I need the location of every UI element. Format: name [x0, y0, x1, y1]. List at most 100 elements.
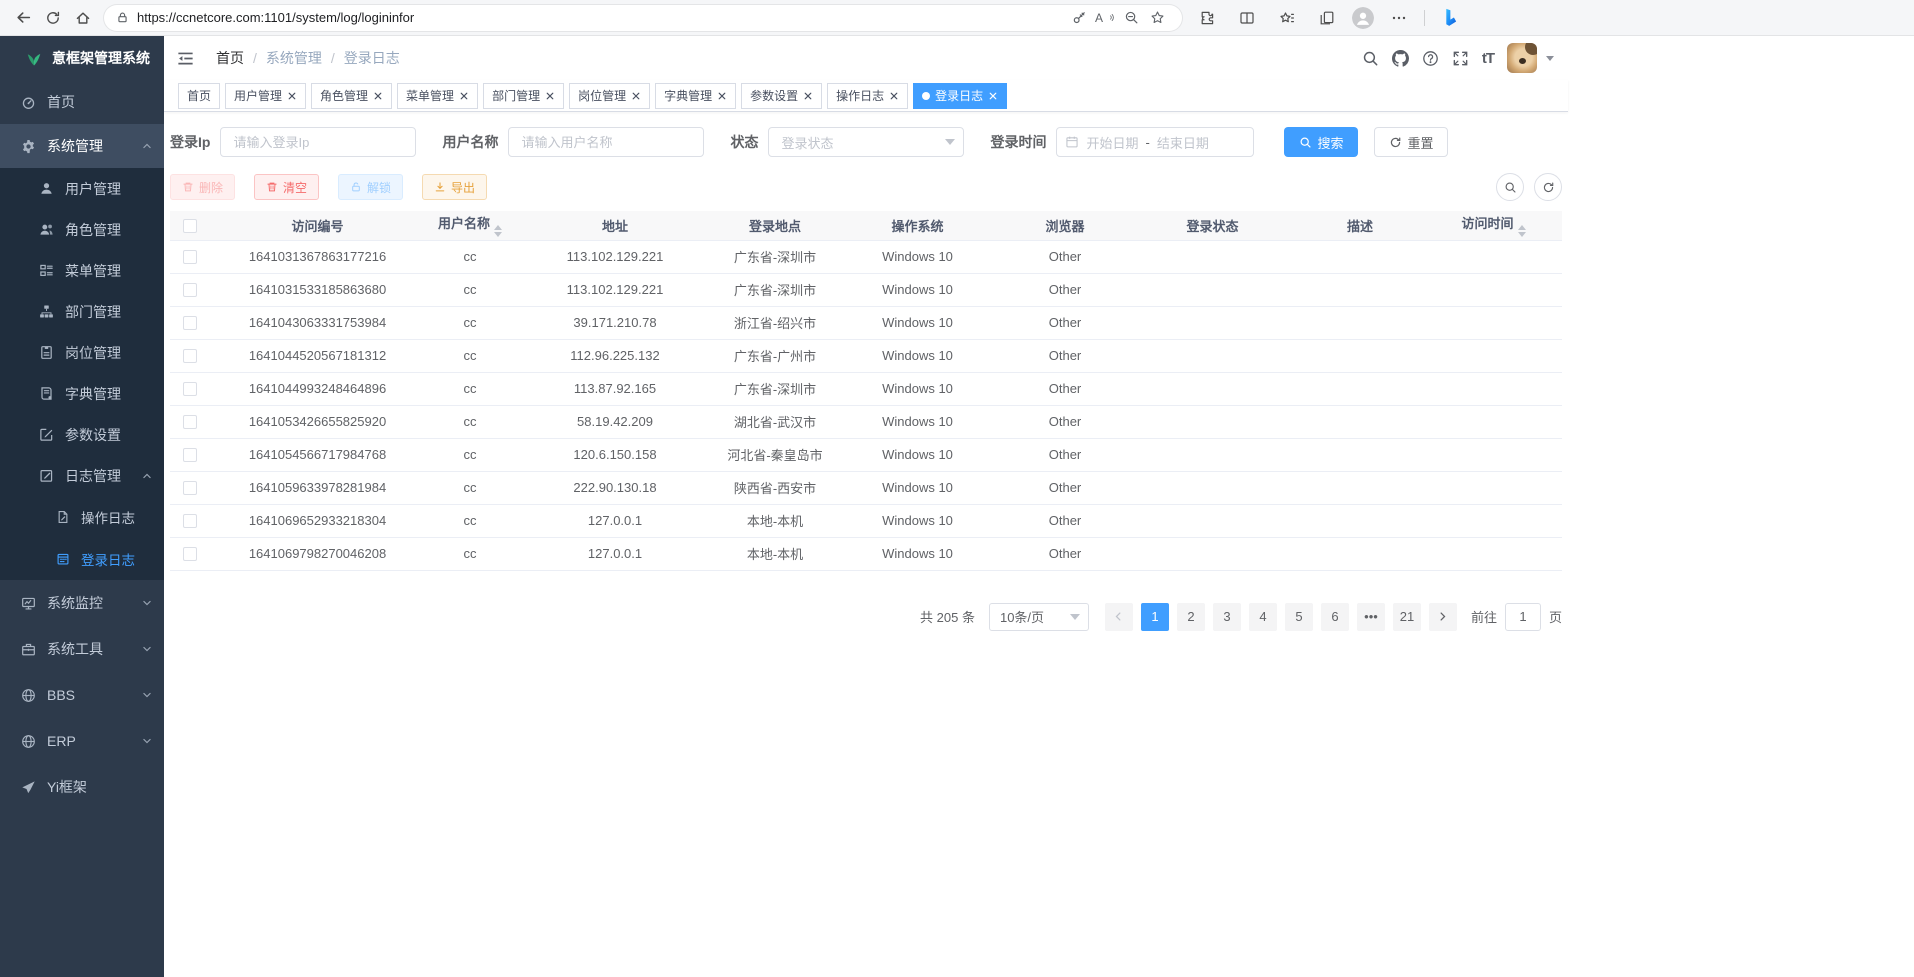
- close-tab-icon[interactable]: [287, 91, 297, 101]
- close-tab-icon[interactable]: [717, 91, 727, 101]
- delete-button[interactable]: 删除: [170, 174, 235, 200]
- browser-home-icon[interactable]: [68, 4, 98, 32]
- reset-button[interactable]: 重置: [1374, 127, 1448, 157]
- add-favorite-star-icon[interactable]: [1144, 7, 1170, 29]
- fullscreen-icon[interactable]: [1452, 50, 1469, 67]
- sidebar-item-yi-framework[interactable]: Yi框架: [0, 764, 164, 810]
- sidebar-item-login-log[interactable]: 登录日志: [0, 538, 164, 580]
- tab-menu-mgmt[interactable]: 菜单管理: [397, 83, 478, 109]
- browser-back-icon[interactable]: [8, 4, 38, 32]
- close-tab-icon[interactable]: [373, 91, 383, 101]
- tab-operation-log[interactable]: 操作日志: [827, 83, 908, 109]
- browser-settings-dots-icon[interactable]: [1384, 4, 1414, 32]
- next-page-button[interactable]: [1429, 603, 1457, 631]
- goto-page-input[interactable]: [1505, 603, 1541, 631]
- close-tab-icon[interactable]: [889, 91, 899, 101]
- page-button-2[interactable]: 2: [1177, 603, 1205, 631]
- help-icon[interactable]: [1422, 50, 1439, 67]
- sidebar-item-system-monitor[interactable]: 系统监控: [0, 580, 164, 626]
- close-tab-icon[interactable]: [803, 91, 813, 101]
- extensions-puzzle-icon[interactable]: [1192, 4, 1222, 32]
- avatar-caret-down-icon[interactable]: [1546, 56, 1554, 61]
- row-checkbox[interactable]: [183, 382, 197, 396]
- sidebar-item-dict-mgmt[interactable]: 字典管理: [0, 373, 164, 414]
- sidebar-item-operation-log[interactable]: 操作日志: [0, 496, 164, 538]
- row-checkbox[interactable]: [183, 514, 197, 528]
- breadcrumb-section[interactable]: 系统管理: [266, 48, 322, 68]
- tab-home[interactable]: 首页: [178, 83, 220, 109]
- zoom-out-icon[interactable]: [1118, 7, 1144, 29]
- sidebar-collapse-icon[interactable]: [176, 47, 198, 69]
- column-header-user-name[interactable]: 用户名称: [425, 211, 515, 240]
- login-status-select[interactable]: 登录状态: [768, 127, 964, 157]
- tab-role-mgmt[interactable]: 角色管理: [311, 83, 392, 109]
- sidebar-item-erp[interactable]: ERP: [0, 718, 164, 764]
- close-tab-icon[interactable]: [988, 91, 998, 101]
- row-checkbox[interactable]: [183, 349, 197, 363]
- sidebar-item-home[interactable]: 首页: [0, 80, 164, 124]
- github-icon[interactable]: [1392, 50, 1409, 67]
- app-logo[interactable]: 意框架管理系统: [0, 36, 164, 80]
- row-checkbox[interactable]: [183, 283, 197, 297]
- prev-page-button[interactable]: [1105, 603, 1133, 631]
- tab-dept-mgmt[interactable]: 部门管理: [483, 83, 564, 109]
- site-lock-icon[interactable]: [116, 11, 129, 24]
- browser-profile-avatar[interactable]: [1352, 7, 1374, 29]
- favorites-bar-icon[interactable]: [1272, 4, 1302, 32]
- bing-copilot-icon[interactable]: [1435, 4, 1465, 32]
- sidebar-item-system-tools[interactable]: 系统工具: [0, 626, 164, 672]
- column-header-visit-time[interactable]: 访问时间: [1425, 211, 1562, 240]
- tab-login-log[interactable]: 登录日志: [913, 83, 1007, 109]
- close-tab-icon[interactable]: [459, 91, 469, 101]
- collections-icon[interactable]: [1312, 4, 1342, 32]
- page-button-3[interactable]: 3: [1213, 603, 1241, 631]
- sidebar-item-user-mgmt[interactable]: 用户管理: [0, 168, 164, 209]
- sidebar-item-log-mgmt[interactable]: 日志管理: [0, 455, 164, 496]
- tab-param-settings[interactable]: 参数设置: [741, 83, 822, 109]
- unlock-button[interactable]: 解锁: [338, 174, 403, 200]
- row-checkbox[interactable]: [183, 547, 197, 561]
- sort-carets-icon[interactable]: [494, 225, 502, 237]
- user-name-input[interactable]: [508, 127, 704, 157]
- login-time-range-picker[interactable]: 开始日期 - 结束日期: [1056, 127, 1254, 157]
- row-checkbox[interactable]: [183, 316, 197, 330]
- sidebar-item-role-mgmt[interactable]: 角色管理: [0, 209, 164, 250]
- row-checkbox[interactable]: [183, 415, 197, 429]
- sidebar-item-system-mgmt[interactable]: 系统管理: [0, 124, 164, 168]
- tab-post-mgmt[interactable]: 岗位管理: [569, 83, 650, 109]
- page-button-5[interactable]: 5: [1285, 603, 1313, 631]
- header-select-all[interactable]: [170, 211, 210, 240]
- read-aloud-icon[interactable]: A: [1092, 7, 1118, 29]
- split-screen-icon[interactable]: [1232, 4, 1262, 32]
- export-button[interactable]: 导出: [422, 174, 487, 200]
- sidebar-item-bbs[interactable]: BBS: [0, 672, 164, 718]
- row-checkbox[interactable]: [183, 448, 197, 462]
- page-button-4[interactable]: 4: [1249, 603, 1277, 631]
- password-key-icon[interactable]: [1066, 7, 1092, 29]
- close-tab-icon[interactable]: [545, 91, 555, 101]
- sort-carets-icon[interactable]: [1518, 225, 1526, 237]
- breadcrumb-home[interactable]: 首页: [216, 48, 244, 68]
- more-pages-button[interactable]: •••: [1357, 603, 1385, 631]
- select-all-checkbox[interactable]: [183, 219, 197, 233]
- sidebar-item-param-settings[interactable]: 参数设置: [0, 414, 164, 455]
- sidebar-item-menu-mgmt[interactable]: 菜单管理: [0, 250, 164, 291]
- tab-dict-mgmt[interactable]: 字典管理: [655, 83, 736, 109]
- page-button-21[interactable]: 21: [1393, 603, 1421, 631]
- browser-refresh-icon[interactable]: [38, 4, 68, 32]
- address-bar[interactable]: https://ccnetcore.com:1101/system/log/lo…: [104, 5, 1182, 31]
- page-button-1[interactable]: 1: [1141, 603, 1169, 631]
- sidebar-item-post-mgmt[interactable]: 岗位管理: [0, 332, 164, 373]
- login-ip-input[interactable]: [220, 127, 416, 157]
- user-avatar[interactable]: [1507, 43, 1537, 73]
- show-search-toggle-icon[interactable]: [1496, 173, 1524, 201]
- sidebar-item-dept-mgmt[interactable]: 部门管理: [0, 291, 164, 332]
- url-text[interactable]: https://ccnetcore.com:1101/system/log/lo…: [137, 10, 1066, 25]
- font-size-icon[interactable]: tT: [1482, 50, 1494, 67]
- header-search-icon[interactable]: [1362, 50, 1379, 67]
- close-tab-icon[interactable]: [631, 91, 641, 101]
- tab-user-mgmt[interactable]: 用户管理: [225, 83, 306, 109]
- clear-button[interactable]: 清空: [254, 174, 319, 200]
- page-size-select[interactable]: 10条/页: [989, 603, 1089, 631]
- refresh-table-icon[interactable]: [1534, 173, 1562, 201]
